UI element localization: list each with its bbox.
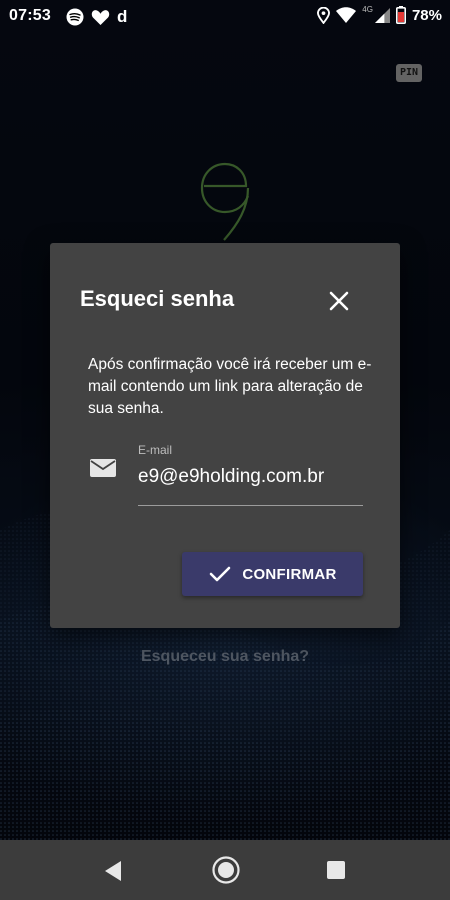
wifi-icon: [336, 7, 357, 23]
checkmark-icon: [210, 566, 231, 582]
spotify-icon: [66, 8, 84, 26]
email-icon: [90, 459, 116, 477]
back-icon[interactable]: [103, 860, 123, 882]
email-field-underline: [138, 505, 363, 506]
app-background: PIN Esqueceu sua senha? Esqueci senha Ap…: [0, 0, 450, 840]
email-field[interactable]: e9@e9holding.com.br: [138, 466, 324, 488]
confirm-button[interactable]: CONFIRMAR: [182, 552, 363, 596]
close-icon[interactable]: [327, 289, 351, 313]
battery-icon: [395, 6, 406, 24]
status-bar: 07:53 d 4G 78%: [0, 0, 450, 32]
dialog-message: Após confirmação você irá receber um e-m…: [88, 356, 372, 417]
email-field-label: E-mail: [138, 443, 173, 457]
dialog-title: Esqueci senha: [80, 286, 235, 311]
confirm-button-label: CONFIRMAR: [242, 565, 337, 583]
d-app-icon: d: [117, 7, 128, 26]
signal-icon: [374, 7, 390, 23]
battery-percent: 78%: [411, 6, 442, 24]
forgot-password-dialog: Esqueci senha Após confirmação você irá …: [50, 243, 400, 628]
status-time: 07:53: [9, 7, 51, 24]
network-type-label: 4G: [362, 4, 373, 14]
heart-icon: [91, 9, 110, 25]
location-icon: [317, 6, 331, 24]
recent-apps-icon[interactable]: [327, 861, 345, 879]
android-navigation-bar: [0, 840, 450, 900]
home-icon[interactable]: [212, 856, 240, 884]
